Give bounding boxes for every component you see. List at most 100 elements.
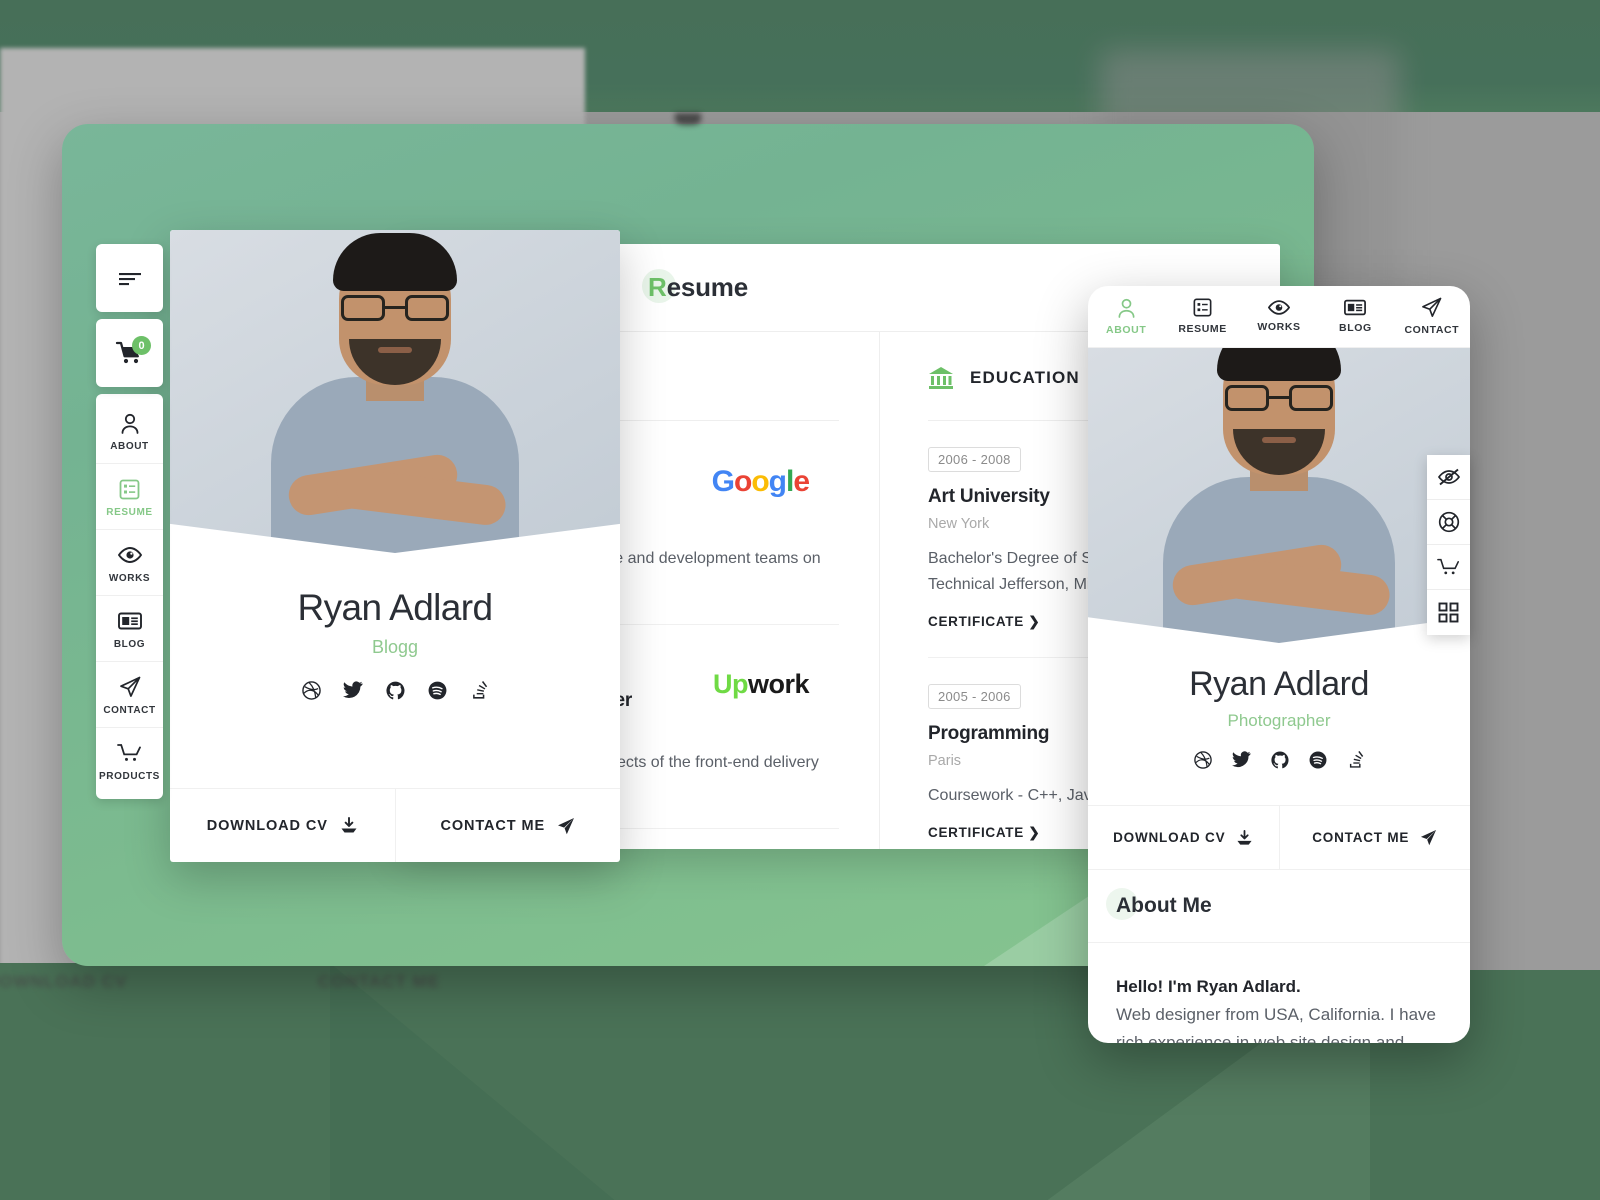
google-logo: Google <box>711 465 810 498</box>
tab-label: CONTACT <box>1404 324 1460 336</box>
profile-portrait <box>260 233 530 553</box>
sidebar-item-products[interactable]: PRODUCTS <box>96 728 163 793</box>
support-button[interactable] <box>1427 500 1470 545</box>
sidebar-item-label: CONTACT <box>103 705 156 716</box>
about-text: Web designer from USA, California. I hav… <box>1116 1005 1436 1043</box>
contact-me-label: CONTACT ME <box>440 817 546 834</box>
left-nav-rail: 0 ABOUT RESUME WORKS BLOG CONTACT PRODUC… <box>96 244 163 806</box>
profile-photo <box>170 230 620 553</box>
stackoverflow-icon[interactable] <box>469 680 489 700</box>
twitter-icon[interactable] <box>343 680 363 700</box>
mobile-preview-card: ABOUT RESUME WORKS BLOG CONTACT Ryan Adl… <box>1088 286 1470 1043</box>
profile-portrait <box>1154 348 1404 643</box>
page-title: Resume <box>642 269 749 303</box>
education-heading-label: EDUCATION <box>970 368 1080 387</box>
tab-label: BLOG <box>1339 322 1372 334</box>
upwork-logo: Upwork <box>712 668 810 699</box>
tab-about[interactable]: ABOUT <box>1088 286 1164 347</box>
menu-toggle-button[interactable] <box>96 244 163 312</box>
spotify-icon[interactable] <box>427 680 447 700</box>
download-cv-button[interactable]: DOWNLOAD CV <box>1088 806 1279 869</box>
cart-button[interactable] <box>1427 545 1470 590</box>
send-icon <box>557 817 575 835</box>
mobile-profile-name: Ryan Adlard <box>1189 665 1369 703</box>
cart-button[interactable]: 0 <box>96 319 163 387</box>
tab-label: WORKS <box>1257 321 1301 333</box>
sidebar-item-label: PRODUCTS <box>99 771 160 782</box>
eye-icon <box>117 544 142 566</box>
github-icon[interactable] <box>1271 751 1289 769</box>
certificate-link[interactable]: CERTIFICATE ❯ <box>928 614 1040 630</box>
tab-works[interactable]: WORKS <box>1241 286 1317 347</box>
tablet-camera-notch <box>675 113 701 125</box>
spotify-icon[interactable] <box>1309 751 1327 769</box>
profile-name: Ryan Adlard <box>297 587 494 628</box>
sidebar-item-label: WORKS <box>108 573 151 584</box>
certificate-link[interactable]: CERTIFICATE ❯ <box>928 825 1040 841</box>
page-title-rest: esume <box>666 272 749 302</box>
download-cv-button[interactable]: DOWNLOAD CV <box>170 789 395 862</box>
page-title-initial: R <box>648 272 667 302</box>
list-icon <box>119 478 140 500</box>
tab-label: ABOUT <box>1106 323 1147 336</box>
ghost-download-label: DOWNLOAD CV <box>0 972 128 991</box>
education-entry-years: 2005 - 2006 <box>928 683 1021 709</box>
github-icon[interactable] <box>385 680 405 700</box>
mobile-profile-photo <box>1088 348 1470 643</box>
bank-icon <box>928 366 954 390</box>
background-ghost-buttons: DOWNLOAD CV CONTACT ME <box>0 970 580 1006</box>
mobile-social-links <box>1088 751 1470 769</box>
grid-button[interactable] <box>1427 590 1470 635</box>
download-icon <box>340 817 358 834</box>
profile-social-links <box>170 680 620 700</box>
about-section-header: About Me <box>1088 869 1470 943</box>
sidebar-item-label: RESUME <box>106 507 153 518</box>
download-cv-label: DOWNLOAD CV <box>1113 830 1226 845</box>
dribbble-icon[interactable] <box>1194 751 1212 769</box>
eye-off-button[interactable] <box>1427 455 1470 500</box>
tab-resume[interactable]: RESUME <box>1164 286 1240 347</box>
sidebar-item-blog[interactable]: BLOG <box>96 596 163 662</box>
eye-off-icon <box>1437 468 1461 486</box>
eye-icon <box>1268 300 1291 315</box>
floating-toolbar <box>1427 455 1470 635</box>
stackoverflow-icon[interactable] <box>1347 751 1364 769</box>
cart-icon <box>1436 557 1461 577</box>
hamburger-icon <box>116 270 144 286</box>
news-icon <box>1344 299 1367 316</box>
ghost-contact-label: CONTACT ME <box>318 972 441 991</box>
dribbble-icon[interactable] <box>301 680 321 700</box>
rail-menu-card: ABOUT RESUME WORKS BLOG CONTACT PRODUCTS <box>96 394 163 799</box>
contact-me-label: CONTACT ME <box>1312 830 1410 845</box>
sidebar-item-contact[interactable]: CONTACT <box>96 662 163 728</box>
cart-icon <box>116 742 143 764</box>
user-icon <box>1117 298 1136 318</box>
sidebar-item-about[interactable]: ABOUT <box>96 398 163 464</box>
about-section-title: About Me <box>1106 888 1212 920</box>
contact-me-button[interactable]: CONTACT ME <box>394 789 621 862</box>
sidebar-item-resume[interactable]: RESUME <box>96 464 163 530</box>
send-icon <box>1421 297 1442 318</box>
grid-icon <box>1438 602 1459 623</box>
mobile-profile-role: Photographer <box>1227 711 1331 730</box>
profile-action-bar: DOWNLOAD CV CONTACT ME <box>170 788 620 862</box>
download-icon <box>1236 829 1253 846</box>
twitter-icon[interactable] <box>1232 751 1251 769</box>
sidebar-item-label: BLOG <box>113 639 146 650</box>
list-icon <box>1193 298 1212 317</box>
education-entry-years: 2006 - 2008 <box>928 447 1021 472</box>
contact-me-button[interactable]: CONTACT ME <box>1278 806 1471 869</box>
tab-blog[interactable]: BLOG <box>1317 286 1393 347</box>
send-icon <box>1420 829 1437 846</box>
download-cv-label: DOWNLOAD CV <box>206 817 328 834</box>
cart-count-badge: 0 <box>132 336 151 355</box>
profile-card: Ryan Adlard Blogg DOWNLOAD CV CONTACT ME <box>170 230 620 862</box>
sidebar-item-works[interactable]: WORKS <box>96 530 163 596</box>
tab-contact[interactable]: CONTACT <box>1394 286 1470 347</box>
about-section-body: Hello! I'm Ryan Adlard. Web designer fro… <box>1088 943 1470 1043</box>
sidebar-item-label: ABOUT <box>110 441 149 452</box>
mobile-action-bar: DOWNLOAD CV CONTACT ME <box>1088 805 1470 869</box>
lifebuoy-icon <box>1438 511 1460 533</box>
about-greeting: Hello! I'm Ryan Adlard. <box>1116 977 1301 996</box>
news-icon <box>117 610 142 632</box>
